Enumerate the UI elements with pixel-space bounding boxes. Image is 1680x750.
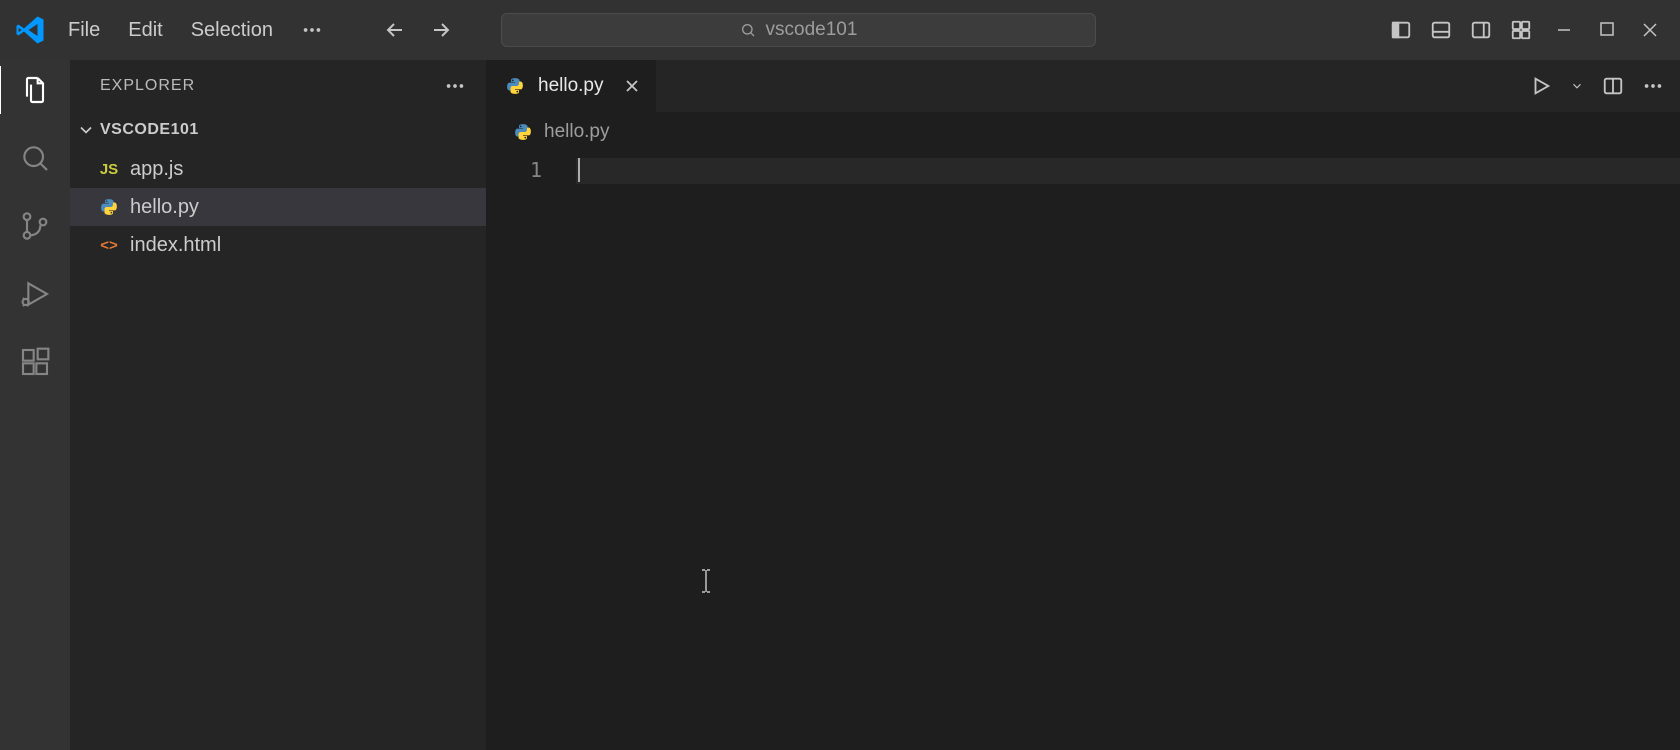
folder-header[interactable]: VSCODE101 <box>70 112 486 148</box>
toggle-secondary-sidebar-icon[interactable] <box>1470 19 1492 41</box>
code-line <box>576 158 1680 184</box>
activity-bar <box>0 60 70 750</box>
sidebar-header: EXPLORER <box>70 60 486 112</box>
file-tree-item[interactable]: <> index.html <box>70 226 486 264</box>
file-name: hello.py <box>130 196 199 219</box>
menu-selection[interactable]: Selection <box>191 19 273 42</box>
js-file-icon: JS <box>98 161 120 178</box>
file-name: index.html <box>130 234 221 257</box>
python-file-icon <box>98 198 120 216</box>
text-cursor-icon <box>696 568 716 594</box>
nav-back-icon[interactable] <box>383 18 407 42</box>
file-name: app.js <box>130 158 183 181</box>
code-area[interactable] <box>576 152 1680 750</box>
activity-source-control-icon[interactable] <box>19 210 51 242</box>
python-file-icon <box>504 77 526 95</box>
sidebar: EXPLORER VSCODE101 JS app.js hello.py <> <box>70 60 486 750</box>
customize-layout-icon[interactable] <box>1510 19 1532 41</box>
titlebar: File Edit Selection vscode101 <box>0 0 1680 60</box>
menu-file[interactable]: File <box>68 19 100 42</box>
window-controls <box>1556 22 1658 38</box>
activity-extensions-icon[interactable] <box>19 346 51 378</box>
tab-label: hello.py <box>538 75 604 97</box>
editor-group: hello.py <box>486 60 1680 750</box>
workbench: EXPLORER VSCODE101 JS app.js hello.py <> <box>0 60 1680 750</box>
activity-explorer-icon[interactable] <box>19 74 51 106</box>
run-dropdown-icon[interactable] <box>1570 79 1584 93</box>
menu-bar: File Edit Selection <box>60 19 323 42</box>
layout-controls <box>1390 19 1532 41</box>
chevron-down-icon <box>76 120 96 140</box>
text-caret <box>578 158 580 182</box>
breadcrumb-label: hello.py <box>544 121 610 143</box>
editor-tab[interactable]: hello.py <box>486 60 657 112</box>
html-file-icon: <> <box>98 237 120 254</box>
file-tree: JS app.js hello.py <> index.html <box>70 148 486 264</box>
toggle-primary-sidebar-icon[interactable] <box>1390 19 1412 41</box>
toggle-panel-icon[interactable] <box>1430 19 1452 41</box>
editor-actions <box>1530 60 1680 112</box>
menu-overflow-icon[interactable] <box>301 19 323 42</box>
python-file-icon <box>512 123 534 141</box>
editor-body[interactable]: 1 <box>486 152 1680 750</box>
vscode-logo-icon <box>0 15 60 45</box>
breadcrumb[interactable]: hello.py <box>486 112 1680 152</box>
command-center-text: vscode101 <box>766 19 858 41</box>
run-file-icon[interactable] <box>1530 75 1552 97</box>
split-editor-icon[interactable] <box>1602 75 1624 97</box>
close-tab-icon[interactable] <box>624 78 640 94</box>
file-tree-item[interactable]: JS app.js <box>70 150 486 188</box>
window-close-icon[interactable] <box>1642 22 1658 38</box>
sidebar-more-icon[interactable] <box>444 75 466 97</box>
window-maximize-icon[interactable] <box>1600 22 1614 38</box>
nav-controls <box>383 18 453 42</box>
search-icon <box>740 22 756 38</box>
line-gutter: 1 <box>486 152 576 750</box>
activity-run-debug-icon[interactable] <box>19 278 51 310</box>
tab-bar: hello.py <box>486 60 1680 112</box>
line-number: 1 <box>486 158 542 182</box>
menu-edit[interactable]: Edit <box>128 19 162 42</box>
activity-search-icon[interactable] <box>19 142 51 174</box>
nav-forward-icon[interactable] <box>429 18 453 42</box>
sidebar-title: EXPLORER <box>100 77 195 95</box>
file-tree-item[interactable]: hello.py <box>70 188 486 226</box>
editor-more-icon[interactable] <box>1642 75 1664 97</box>
command-center[interactable]: vscode101 <box>501 13 1096 47</box>
window-minimize-icon[interactable] <box>1556 22 1572 38</box>
folder-name: VSCODE101 <box>100 121 199 139</box>
